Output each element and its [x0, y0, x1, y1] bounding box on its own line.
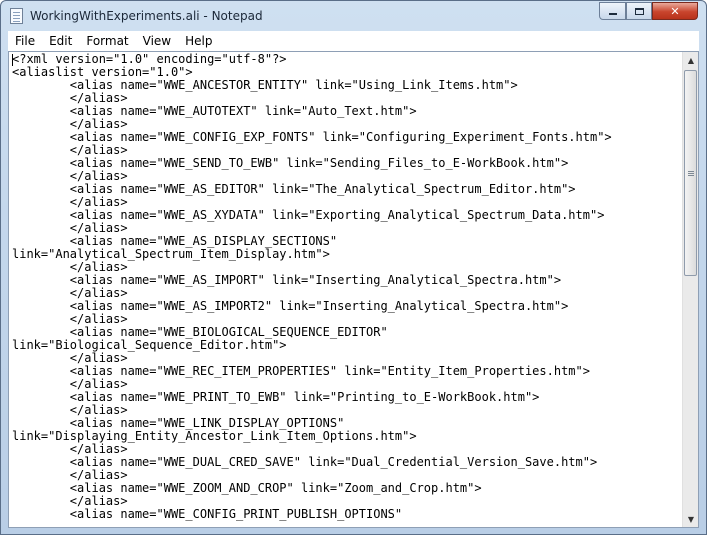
maximize-button[interactable] — [626, 2, 652, 20]
scroll-down-button[interactable]: ▼ — [683, 511, 699, 527]
menu-format[interactable]: Format — [79, 31, 135, 51]
scrollbar-thumb[interactable] — [684, 70, 697, 276]
menu-bar: File Edit Format View Help — [8, 31, 699, 51]
title-bar[interactable]: WorkingWithExperiments.ali - Notepad ✕ — [1, 1, 706, 31]
vertical-scrollbar[interactable]: ▲ ▼ — [682, 52, 698, 527]
arrow-up-icon: ▲ — [687, 55, 695, 65]
arrow-down-icon: ▼ — [687, 514, 695, 524]
text-line: <alias name="WWE_CONFIG_PRINT_PUBLISH_OP… — [12, 507, 403, 521]
menu-file[interactable]: File — [8, 31, 42, 51]
editor-area: <?xml version="1.0" encoding="utf-8"?> <a… — [8, 51, 699, 528]
scroll-up-button[interactable]: ▲ — [683, 52, 699, 68]
document-text[interactable]: <?xml version="1.0" encoding="utf-8"?> <a… — [12, 53, 612, 521]
text-caret — [12, 54, 13, 66]
menu-help[interactable]: Help — [178, 31, 219, 51]
maximize-icon — [634, 7, 644, 15]
menu-view[interactable]: View — [136, 31, 178, 51]
notepad-window: WorkingWithExperiments.ali - Notepad ✕ F… — [0, 0, 707, 535]
minimize-icon — [608, 13, 617, 15]
minimize-button[interactable] — [599, 2, 626, 20]
window-title: WorkingWithExperiments.ali - Notepad — [30, 9, 263, 23]
close-button[interactable]: ✕ — [652, 2, 698, 20]
notepad-icon[interactable] — [10, 8, 23, 24]
menu-edit[interactable]: Edit — [42, 31, 79, 51]
close-icon: ✕ — [670, 4, 680, 18]
text-editor[interactable]: <?xml version="1.0" encoding="utf-8"?> <a… — [9, 52, 681, 527]
